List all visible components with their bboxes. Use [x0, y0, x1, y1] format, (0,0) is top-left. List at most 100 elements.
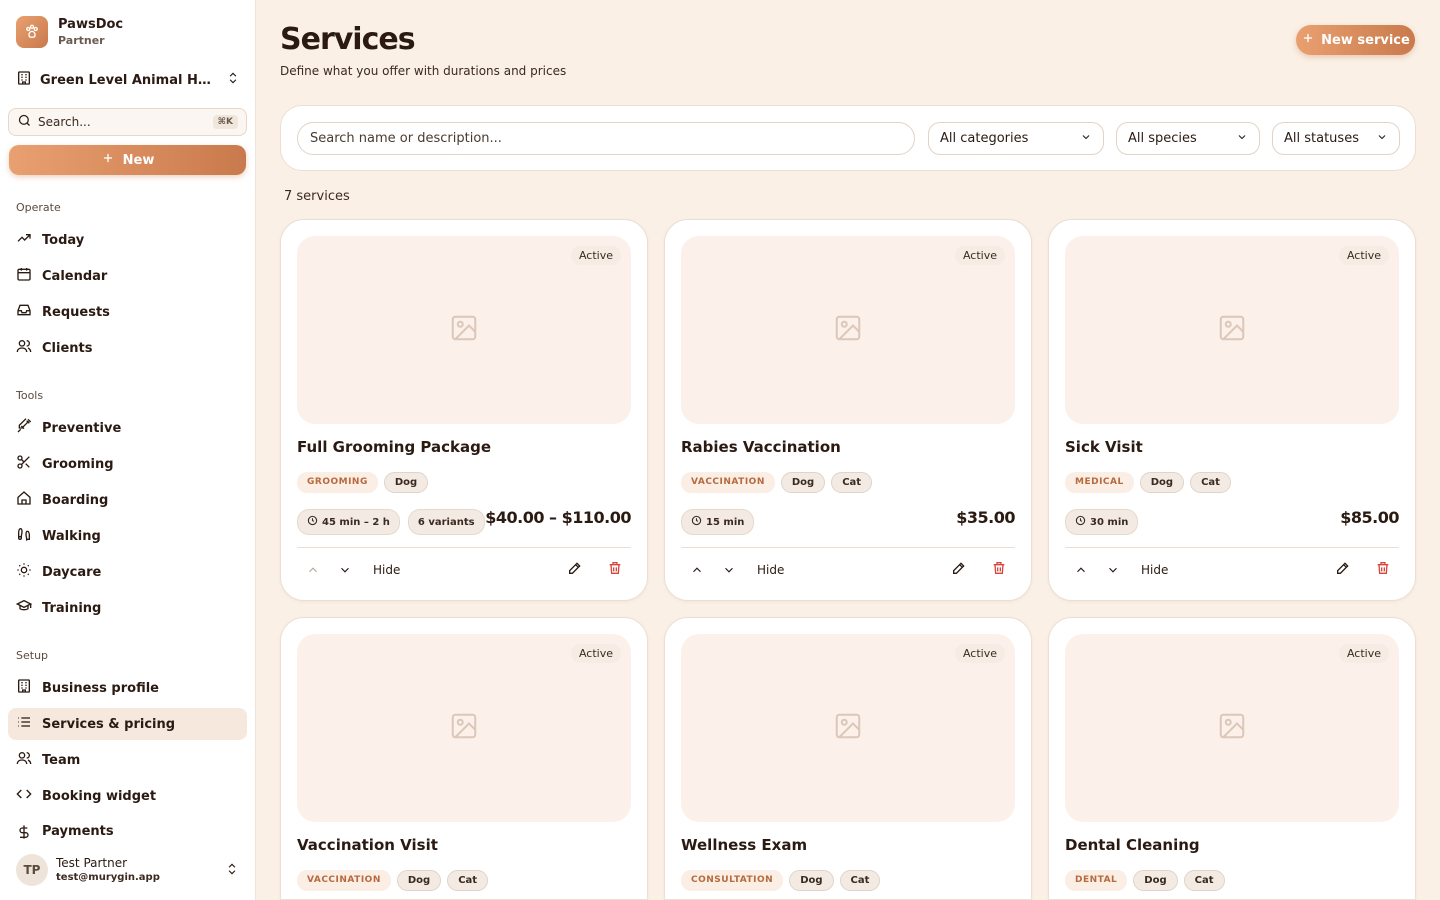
species-select[interactable]: All species [1116, 122, 1260, 155]
nav-today[interactable]: Today [8, 224, 247, 256]
graduation-cap-icon [15, 598, 33, 618]
nav-grooming[interactable]: Grooming [8, 448, 247, 480]
status-badge: Active [954, 644, 1005, 663]
inbox-icon [16, 302, 32, 322]
scissors-icon [16, 454, 32, 474]
move-down-button[interactable] [713, 558, 745, 582]
new-button[interactable]: New [9, 145, 246, 175]
divider [1065, 547, 1399, 548]
duration-text: 15 min [706, 516, 745, 528]
status-badge: Active [1338, 644, 1389, 663]
service-thumbnail: Active [681, 634, 1015, 822]
page-title: Services [280, 22, 416, 57]
user-name: Test Partner [56, 856, 128, 870]
delete-button[interactable] [983, 558, 1015, 582]
pencil-icon [567, 560, 583, 580]
delete-button[interactable] [1367, 558, 1399, 582]
species-tag: Cat [1183, 870, 1225, 891]
avatar: TP [16, 854, 48, 886]
image-placeholder-icon [449, 313, 479, 347]
sidebar-search-placeholder: Search... [38, 115, 91, 129]
species-tag: Cat [839, 870, 881, 891]
move-down-button[interactable] [329, 558, 361, 582]
nav-team[interactable]: Team [8, 744, 247, 776]
move-down-button[interactable] [1097, 558, 1129, 582]
nav-payments-label: Payments [42, 824, 114, 839]
variants-pill: 6 variants [407, 509, 485, 535]
hide-button[interactable]: Hide [373, 563, 400, 577]
sun-icon [16, 562, 32, 582]
new-service-button[interactable]: New service [1296, 25, 1415, 55]
duration-text: 30 min [1090, 516, 1129, 528]
service-card[interactable]: Active Vaccination Visit VACCINATION Dog… [280, 617, 648, 900]
nav-walking[interactable]: Walking [8, 520, 247, 552]
clock-icon [691, 515, 702, 529]
divider [297, 547, 631, 548]
nav-preventive[interactable]: Preventive [8, 412, 247, 444]
nav-today-label: Today [42, 232, 85, 248]
service-card[interactable]: Active Rabies Vaccination VACCINATION Do… [664, 219, 1032, 601]
category-select-value: All categories [940, 131, 1029, 146]
nav-requests[interactable]: Requests [8, 296, 247, 328]
new-service-label: New service [1321, 32, 1410, 48]
species-tag: Dog [1133, 870, 1178, 891]
nav-booking-widget[interactable]: Booking widget [8, 780, 247, 812]
hide-button[interactable]: Hide [757, 563, 784, 577]
user-menu[interactable]: TP Test Partner test@murygin.app [0, 840, 255, 900]
users-icon [16, 750, 32, 770]
edit-button[interactable] [1327, 558, 1359, 582]
brand-name: PawsDoc [58, 16, 124, 32]
service-card[interactable]: Active Wellness Exam CONSULTATION Dog Ca… [664, 617, 1032, 900]
paw-logo-icon [16, 16, 48, 48]
nav-services-pricing[interactable]: Services & pricing [8, 708, 247, 740]
service-price: $85.00 [1340, 508, 1399, 527]
nav-clients-label: Clients [42, 340, 93, 356]
nav-clients[interactable]: Clients [8, 332, 247, 364]
edit-button[interactable] [559, 558, 591, 582]
category-select[interactable]: All categories [928, 122, 1104, 155]
edit-button[interactable] [943, 558, 975, 582]
category-tag: VACCINATION [681, 472, 775, 493]
service-card[interactable]: Active Sick Visit MEDICAL Dog Cat 30 min… [1048, 219, 1416, 601]
nav-boarding-label: Boarding [42, 492, 109, 508]
chevron-down-icon [1236, 131, 1248, 147]
species-tag: Dog [789, 870, 834, 891]
nav-training-label: Training [42, 600, 102, 616]
image-placeholder-icon [833, 313, 863, 347]
move-up-button[interactable] [297, 558, 329, 582]
image-placeholder-icon [833, 711, 863, 745]
sidebar-search[interactable]: Search... ⌘K [8, 108, 247, 136]
chevrons-up-down-icon [226, 71, 240, 89]
nav-daycare[interactable]: Daycare [8, 556, 247, 588]
service-card[interactable]: Active Full Grooming Package GROOMING Do… [280, 219, 648, 601]
users-icon [16, 338, 32, 358]
delete-button[interactable] [599, 558, 631, 582]
service-card[interactable]: Active Dental Cleaning DENTAL Dog Cat [1048, 617, 1416, 900]
service-name: Rabies Vaccination [681, 438, 841, 456]
species-tag: Dog [780, 472, 826, 493]
nav-calendar[interactable]: Calendar [8, 260, 247, 292]
move-up-button[interactable] [1065, 558, 1097, 582]
image-placeholder-icon [1217, 711, 1247, 745]
nav-team-label: Team [42, 752, 81, 768]
shortcut-badge: ⌘K [212, 115, 238, 129]
duration-pill: 30 min [1065, 509, 1139, 535]
status-select[interactable]: All statuses [1272, 122, 1400, 155]
nav-boarding[interactable]: Boarding [8, 484, 247, 516]
list-icon [16, 714, 32, 734]
service-search-input[interactable]: Search name or description... [297, 122, 915, 155]
species-tag: Dog [1139, 472, 1185, 493]
service-search-placeholder: Search name or description... [310, 131, 502, 146]
species-tag: Dog [396, 870, 442, 891]
syringe-icon [16, 418, 32, 438]
nav-training[interactable]: Training [8, 592, 247, 624]
move-up-button[interactable] [681, 558, 713, 582]
pencil-icon [1335, 560, 1351, 580]
location-switcher[interactable]: Green Level Animal Hos... [16, 68, 240, 92]
hide-button[interactable]: Hide [1141, 563, 1168, 577]
nav-preventive-label: Preventive [42, 420, 122, 436]
nav-payments[interactable]: Payments [8, 816, 247, 840]
nav-business-profile[interactable]: Business profile [8, 672, 247, 704]
brand[interactable]: PawsDoc Partner [16, 16, 123, 48]
species-tag: Cat [447, 870, 489, 891]
